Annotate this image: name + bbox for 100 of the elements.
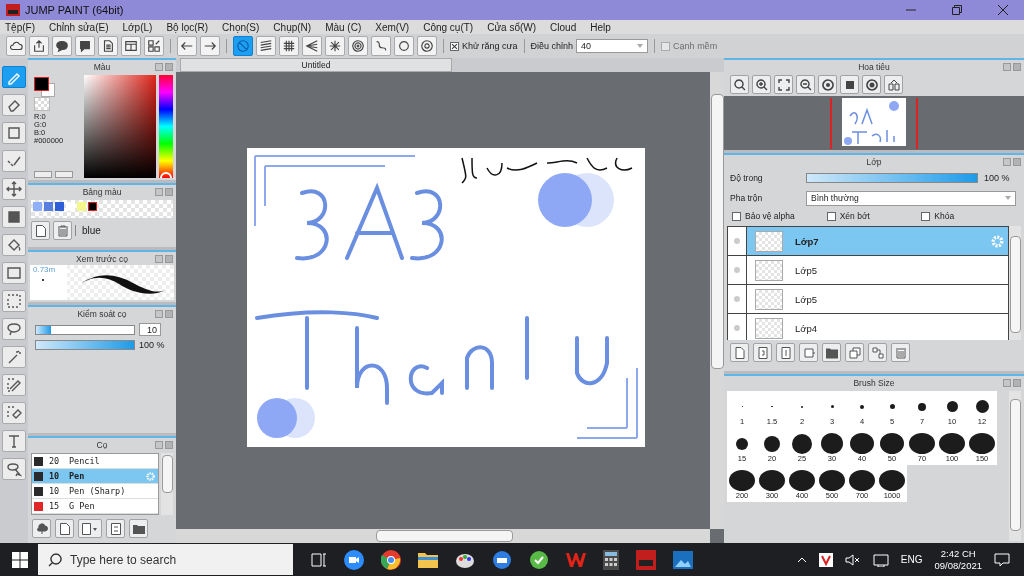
redo-button[interactable] xyxy=(200,36,220,56)
layer-row[interactable]: Lớp7 xyxy=(728,227,1008,256)
add-color-button[interactable] xyxy=(34,171,52,178)
layer-opacity-slider[interactable] xyxy=(806,173,978,183)
reset-rotation-button[interactable] xyxy=(840,75,859,94)
copy-layer-button[interactable] xyxy=(753,343,772,362)
rotate-left-button[interactable] xyxy=(818,75,837,94)
fit-screen-button[interactable] xyxy=(774,75,793,94)
brush-dropdown-button[interactable] xyxy=(78,519,102,538)
grid-edit-button[interactable] xyxy=(144,36,164,56)
menu-item[interactable]: Công cụ(T) xyxy=(423,21,474,33)
layout-button[interactable] xyxy=(121,36,141,56)
radial-lines-button[interactable] xyxy=(325,36,345,56)
gradient-tool[interactable] xyxy=(2,262,26,284)
visibility-dot-icon[interactable] xyxy=(734,296,740,302)
speaker-muted-icon[interactable] xyxy=(844,552,861,567)
clock-date[interactable]: 09/08/2021 xyxy=(934,559,982,572)
eraser-tool[interactable] xyxy=(2,94,26,116)
menu-item[interactable]: Help xyxy=(590,21,611,33)
palette-swatch[interactable] xyxy=(77,202,86,211)
square-fill-tool[interactable] xyxy=(2,206,26,228)
notification-icon[interactable] xyxy=(994,552,1010,567)
grid-button[interactable] xyxy=(279,36,299,56)
text-tool[interactable] xyxy=(2,430,26,452)
scrollbar[interactable] xyxy=(161,453,173,515)
restore-icon[interactable] xyxy=(952,5,962,15)
palette-swatch[interactable] xyxy=(44,202,53,211)
menu-item[interactable]: Tệp(F) xyxy=(5,21,35,33)
clock-time[interactable]: 2:42 CH xyxy=(940,547,976,560)
start-icon[interactable] xyxy=(12,551,28,568)
correction-field[interactable]: 40 xyxy=(576,39,649,53)
layer-row[interactable]: Lớp5 xyxy=(728,285,1008,314)
select-eraser-tool[interactable] xyxy=(2,402,26,424)
document-button[interactable] xyxy=(98,36,118,56)
antialias-checkbox[interactable] xyxy=(450,41,459,51)
scrollbar[interactable] xyxy=(710,72,724,529)
new-palette-button[interactable] xyxy=(31,221,50,240)
browser-icon[interactable] xyxy=(381,549,401,570)
brush-list-item[interactable]: 10 Pen (Sharp) xyxy=(32,484,158,499)
calculator-icon[interactable] xyxy=(603,549,619,570)
chat-bubble-icon[interactable] xyxy=(492,549,512,570)
brush-list-item[interactable]: 10 Pen xyxy=(32,469,158,484)
lasso-arrow-tool[interactable] xyxy=(2,458,26,480)
video-camera-icon[interactable] xyxy=(344,549,364,570)
scrollbar[interactable] xyxy=(176,529,710,543)
brush-size-slider[interactable] xyxy=(35,324,135,335)
folder-button[interactable] xyxy=(129,519,148,538)
save-brush-button[interactable] xyxy=(106,519,125,538)
undo-button[interactable] xyxy=(177,36,197,56)
menu-item[interactable]: Chụp(N) xyxy=(273,21,312,33)
comment-button[interactable] xyxy=(75,36,95,56)
zoom-out-button[interactable] xyxy=(796,75,815,94)
color-picker-square[interactable] xyxy=(84,75,156,178)
zoom-in-button[interactable] xyxy=(752,75,771,94)
lasso-tool[interactable] xyxy=(2,318,26,340)
palette-swatch[interactable] xyxy=(88,202,97,211)
close-icon[interactable] xyxy=(998,5,1008,15)
move-tool[interactable] xyxy=(2,178,26,200)
color-swatches-drawing[interactable] xyxy=(31,75,53,95)
blend-mode-dropdown[interactable]: Bình thường xyxy=(806,190,1016,206)
layer-row[interactable]: Lớp4 xyxy=(728,314,1008,340)
image-icon[interactable] xyxy=(673,550,693,569)
transfer-button[interactable] xyxy=(868,343,887,362)
dotted-pen-tool[interactable] xyxy=(2,150,26,172)
number-layer-button[interactable] xyxy=(776,343,795,362)
search-field[interactable]: Type here to search xyxy=(38,544,293,575)
duplicate-button[interactable] xyxy=(845,343,864,362)
menu-item[interactable]: Cloud xyxy=(550,21,577,33)
zoom-actual-button[interactable] xyxy=(730,75,749,94)
palette-swatch[interactable] xyxy=(33,202,42,211)
network-icon[interactable] xyxy=(872,552,889,567)
language-indicator[interactable]: ENG xyxy=(900,554,923,565)
paint-app-icon[interactable] xyxy=(636,549,656,570)
layer-row[interactable]: Lớp5 xyxy=(728,256,1008,285)
visibility-dot-icon[interactable] xyxy=(734,267,740,273)
palette-swatch[interactable] xyxy=(55,202,64,211)
task-view-icon[interactable] xyxy=(311,552,327,567)
visibility-dot-icon[interactable] xyxy=(734,238,740,244)
visibility-dot-icon[interactable] xyxy=(734,325,740,331)
v-logo-icon[interactable] xyxy=(818,552,833,567)
concentric-circles-button[interactable] xyxy=(348,36,368,56)
rectangle-tool[interactable] xyxy=(2,122,26,144)
rectangle-select-tool[interactable] xyxy=(2,290,26,312)
speech-bubble-button[interactable] xyxy=(52,36,72,56)
folder-button[interactable] xyxy=(822,343,841,362)
curve-button[interactable] xyxy=(371,36,391,56)
menu-item[interactable]: Chọn(S) xyxy=(222,21,260,33)
vanishing-lines-button[interactable] xyxy=(302,36,322,56)
cloud-button[interactable] xyxy=(6,36,26,56)
transparent-swatch[interactable] xyxy=(34,97,50,111)
new-brush-button[interactable] xyxy=(55,519,74,538)
cloud-download-button[interactable] xyxy=(32,519,51,538)
circle-button[interactable] xyxy=(394,36,414,56)
folder-icon[interactable] xyxy=(418,550,438,569)
palette-swatch[interactable] xyxy=(66,202,75,211)
brush-opacity-slider[interactable] xyxy=(35,340,135,350)
menu-item[interactable]: Lớp(L) xyxy=(122,21,153,33)
rotate-right-button[interactable] xyxy=(862,75,881,94)
layer-option-checkbox[interactable] xyxy=(921,211,931,221)
scrollbar[interactable] xyxy=(1009,391,1021,541)
